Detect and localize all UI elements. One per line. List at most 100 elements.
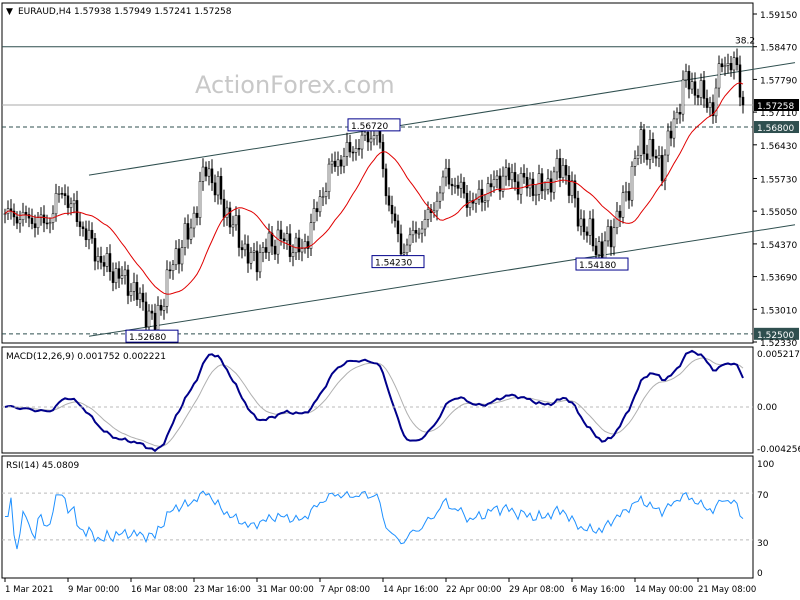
chart-svg: ActionForex.com38.21.568001.525001.56720… bbox=[1, 2, 800, 595]
candle-body bbox=[708, 102, 712, 108]
candle-body bbox=[3, 213, 7, 215]
candle-body bbox=[231, 224, 235, 228]
candle-body bbox=[726, 63, 730, 66]
channel-lower bbox=[88, 224, 796, 337]
candle-body bbox=[660, 155, 664, 181]
candle-body bbox=[462, 181, 466, 194]
candle-body bbox=[192, 212, 196, 229]
candle-body bbox=[438, 192, 442, 202]
candle-body bbox=[465, 192, 469, 208]
candle-body bbox=[339, 159, 343, 167]
candle-body bbox=[645, 153, 649, 160]
candle-body bbox=[387, 195, 391, 206]
time-label: 14 May 00:00 bbox=[635, 585, 693, 595]
candle-body bbox=[543, 188, 547, 192]
candle-body bbox=[81, 226, 85, 229]
candle-body bbox=[132, 282, 136, 292]
candle-body bbox=[114, 268, 118, 283]
candle-body bbox=[531, 178, 535, 196]
candle-body bbox=[732, 57, 736, 71]
price-tick-label: 1.52330 bbox=[760, 339, 797, 349]
price-tick-label: 1.54370 bbox=[760, 241, 797, 251]
candle-body bbox=[423, 219, 427, 230]
candle-body bbox=[435, 200, 439, 212]
candle-body bbox=[378, 129, 382, 143]
candle-body bbox=[723, 65, 727, 68]
candle-body bbox=[186, 223, 190, 240]
candle-body bbox=[570, 180, 574, 196]
candle-body bbox=[534, 193, 538, 196]
candle-body bbox=[147, 310, 151, 328]
candle-body bbox=[63, 193, 67, 196]
level-tag-text: 1.56800 bbox=[757, 124, 794, 134]
rsi-tick-label: 100 bbox=[757, 460, 774, 470]
candle-body bbox=[102, 262, 106, 267]
fib-label: 38.2 bbox=[735, 37, 755, 47]
candle-body bbox=[111, 271, 115, 283]
candle-body bbox=[246, 243, 250, 264]
candle-body bbox=[642, 129, 646, 155]
candle-body bbox=[540, 173, 544, 192]
main-panel bbox=[1, 2, 754, 344]
candle-body bbox=[345, 142, 349, 157]
candle-body bbox=[357, 148, 361, 150]
rsi-panel bbox=[1, 455, 754, 579]
candle-body bbox=[495, 175, 499, 180]
candle-body bbox=[15, 216, 19, 224]
candle-body bbox=[450, 183, 454, 187]
candle-body bbox=[54, 193, 58, 215]
candle-body bbox=[198, 181, 202, 218]
macd-tick-label: 0.00 bbox=[757, 403, 777, 413]
candle-body bbox=[324, 191, 328, 197]
candle-body bbox=[414, 229, 418, 234]
candle-body bbox=[33, 223, 37, 229]
candle-body bbox=[735, 57, 739, 66]
candle-body bbox=[738, 64, 742, 98]
candle-body bbox=[720, 63, 724, 68]
candle-body bbox=[333, 160, 337, 167]
candle-body bbox=[384, 168, 388, 197]
candle-body bbox=[138, 292, 142, 300]
candle-body bbox=[204, 166, 208, 177]
candle-body bbox=[78, 221, 82, 228]
candle-body bbox=[315, 208, 319, 213]
candle-body bbox=[564, 165, 568, 176]
price-annotation: 1.54180 bbox=[579, 261, 616, 271]
candle-body bbox=[105, 253, 109, 267]
candle-body bbox=[162, 306, 166, 311]
candle-body bbox=[717, 63, 721, 89]
candle-body bbox=[318, 196, 322, 213]
candle-body bbox=[483, 200, 487, 203]
candle-body bbox=[321, 196, 325, 198]
candle-body bbox=[279, 229, 283, 239]
candle-body bbox=[693, 81, 697, 96]
candle-body bbox=[522, 173, 526, 178]
price-annotation: 1.52680 bbox=[129, 333, 166, 343]
candle-body bbox=[21, 211, 25, 220]
candle-body bbox=[171, 264, 175, 271]
candle-body bbox=[399, 233, 403, 255]
candle-body bbox=[267, 232, 271, 253]
candle-body bbox=[624, 191, 628, 193]
candle-body bbox=[174, 248, 178, 266]
candle-body bbox=[60, 193, 64, 195]
candle-body bbox=[654, 155, 658, 159]
candle-body bbox=[417, 232, 421, 235]
candle-body bbox=[18, 219, 22, 224]
watermark: ActionForex.com bbox=[195, 71, 395, 99]
candle-body bbox=[669, 130, 673, 139]
candle-body bbox=[165, 269, 169, 307]
candle-body bbox=[702, 80, 706, 99]
candle-body bbox=[426, 209, 430, 220]
rsi-tick-label: 70 bbox=[757, 491, 769, 501]
candle-body bbox=[75, 200, 79, 222]
candle-body bbox=[210, 168, 214, 184]
candle-body bbox=[582, 218, 586, 233]
candle-body bbox=[273, 245, 277, 255]
candle-body bbox=[372, 135, 376, 140]
candle-body bbox=[612, 227, 616, 248]
candle-body bbox=[243, 243, 247, 251]
candle-body bbox=[549, 178, 553, 193]
candle-body bbox=[42, 214, 46, 224]
candle-body bbox=[177, 248, 181, 265]
